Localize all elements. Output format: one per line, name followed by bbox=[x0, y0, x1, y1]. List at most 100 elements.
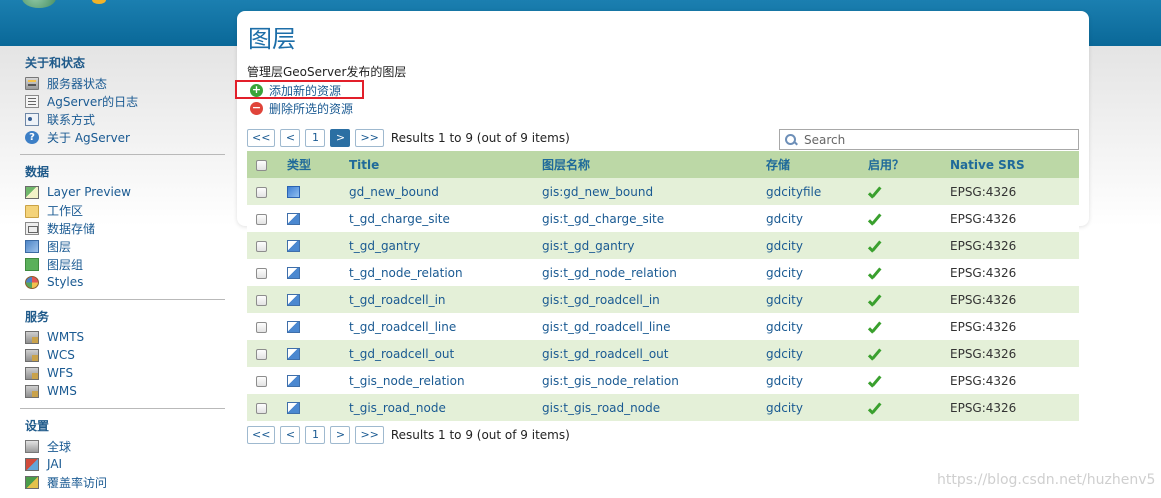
sidebar-item[interactable]: 联系方式 bbox=[25, 110, 225, 128]
column-store[interactable]: 存储 bbox=[766, 151, 868, 178]
store-link[interactable]: gdcityfile bbox=[766, 185, 821, 199]
layer-title-link[interactable]: t_gd_roadcell_in bbox=[349, 293, 446, 307]
sidebar-item[interactable]: 数据存储 bbox=[25, 219, 225, 237]
store-cell[interactable]: gdcity bbox=[766, 205, 868, 232]
layer-name-link[interactable]: gis:t_gd_roadcell_out bbox=[542, 347, 668, 361]
row-checkbox[interactable] bbox=[256, 348, 267, 360]
sidebar-item[interactable]: ? 关于 AgServer bbox=[25, 128, 225, 146]
layer-title-link[interactable]: t_gd_node_relation bbox=[349, 266, 463, 280]
store-cell[interactable]: gdcity bbox=[766, 313, 868, 340]
row-checkbox[interactable] bbox=[256, 240, 267, 252]
search-input[interactable] bbox=[804, 132, 1064, 147]
store-link[interactable]: gdcity bbox=[766, 212, 803, 226]
pager-page-1-button[interactable]: 1 bbox=[305, 426, 326, 444]
store-cell[interactable]: gdcity bbox=[766, 394, 868, 421]
column-type[interactable]: 类型 bbox=[277, 151, 349, 178]
row-checkbox[interactable] bbox=[256, 321, 267, 333]
layer-name-cell[interactable]: gis:t_gis_node_relation bbox=[542, 367, 766, 394]
layer-name-link[interactable]: gis:t_gis_node_relation bbox=[542, 374, 679, 388]
row-checkbox[interactable] bbox=[256, 267, 267, 279]
select-all-checkbox[interactable] bbox=[256, 159, 267, 171]
store-link[interactable]: gdcity bbox=[766, 401, 803, 415]
column-title[interactable]: Title bbox=[349, 151, 542, 178]
layer-name-cell[interactable]: gis:t_gd_gantry bbox=[542, 232, 766, 259]
store-cell[interactable]: gdcity bbox=[766, 259, 868, 286]
pager-last-button[interactable]: >> bbox=[355, 426, 384, 444]
layer-title-link[interactable]: t_gd_gantry bbox=[349, 239, 420, 253]
sidebar-item[interactable]: Styles bbox=[25, 273, 225, 291]
pager-next-button[interactable]: > bbox=[330, 426, 351, 444]
store-link[interactable]: gdcity bbox=[766, 239, 803, 253]
title-cell[interactable]: t_gd_roadcell_line bbox=[349, 313, 542, 340]
sidebar-item[interactable]: 覆盖率访问 bbox=[25, 473, 225, 491]
sidebar-item[interactable]: AgServer的日志 bbox=[25, 92, 225, 110]
title-cell[interactable]: t_gd_roadcell_in bbox=[349, 286, 542, 313]
layer-name-cell[interactable]: gis:t_gd_roadcell_in bbox=[542, 286, 766, 313]
layer-name-link[interactable]: gis:t_gd_roadcell_line bbox=[542, 320, 670, 334]
title-cell[interactable]: t_gd_gantry bbox=[349, 232, 542, 259]
pager-last-button[interactable]: >> bbox=[355, 129, 384, 147]
sidebar-item[interactable]: JAI bbox=[25, 455, 225, 473]
store-link[interactable]: gdcity bbox=[766, 347, 803, 361]
layer-name-link[interactable]: gis:t_gd_charge_site bbox=[542, 212, 664, 226]
sidebar-item[interactable]: Layer Preview bbox=[25, 183, 225, 201]
store-cell[interactable]: gdcityfile bbox=[766, 178, 868, 205]
store-cell[interactable]: gdcity bbox=[766, 232, 868, 259]
layer-title-link[interactable]: t_gd_roadcell_line bbox=[349, 320, 456, 334]
title-cell[interactable]: t_gd_roadcell_out bbox=[349, 340, 542, 367]
store-link[interactable]: gdcity bbox=[766, 293, 803, 307]
layer-title-link[interactable]: gd_new_bound bbox=[349, 185, 439, 199]
pager-page-1-button[interactable]: 1 bbox=[305, 129, 326, 147]
layer-name-link[interactable]: gis:gd_new_bound bbox=[542, 185, 653, 199]
enabled-check-icon bbox=[868, 186, 882, 198]
layer-name-link[interactable]: gis:t_gis_road_node bbox=[542, 401, 660, 415]
sidebar-item[interactable]: WFS bbox=[25, 364, 225, 382]
layer-name-cell[interactable]: gis:gd_new_bound bbox=[542, 178, 766, 205]
pager-prev-button[interactable]: < bbox=[280, 129, 301, 147]
layer-name-cell[interactable]: gis:t_gd_node_relation bbox=[542, 259, 766, 286]
row-checkbox[interactable] bbox=[256, 375, 267, 387]
title-cell[interactable]: t_gd_charge_site bbox=[349, 205, 542, 232]
pager-next-button[interactable]: > bbox=[330, 129, 351, 147]
sidebar-item[interactable]: 图层组 bbox=[25, 255, 225, 273]
pager-first-button[interactable]: << bbox=[247, 426, 276, 444]
layer-title-link[interactable]: t_gd_charge_site bbox=[349, 212, 450, 226]
layer-name-link[interactable]: gis:t_gd_gantry bbox=[542, 239, 635, 253]
layer-name-link[interactable]: gis:t_gd_node_relation bbox=[542, 266, 677, 280]
pager-prev-button[interactable]: < bbox=[280, 426, 301, 444]
remove-selected-link[interactable]: − 删除所选的资源 bbox=[250, 100, 353, 116]
layer-title-link[interactable]: t_gd_roadcell_out bbox=[349, 347, 454, 361]
layer-name-cell[interactable]: gis:t_gd_roadcell_out bbox=[542, 340, 766, 367]
pager-first-button[interactable]: << bbox=[247, 129, 276, 147]
layer-name-cell[interactable]: gis:t_gd_charge_site bbox=[542, 205, 766, 232]
store-cell[interactable]: gdcity bbox=[766, 367, 868, 394]
sidebar-item[interactable]: WCS bbox=[25, 346, 225, 364]
title-cell[interactable]: gd_new_bound bbox=[349, 178, 542, 205]
row-checkbox[interactable] bbox=[256, 213, 267, 225]
layer-name-cell[interactable]: gis:t_gis_road_node bbox=[542, 394, 766, 421]
row-checkbox[interactable] bbox=[256, 186, 267, 198]
sidebar-item[interactable]: WMTS bbox=[25, 328, 225, 346]
sidebar-item[interactable]: 服务器状态 bbox=[25, 74, 225, 92]
row-checkbox[interactable] bbox=[256, 402, 267, 414]
store-link[interactable]: gdcity bbox=[766, 266, 803, 280]
store-cell[interactable]: gdcity bbox=[766, 286, 868, 313]
title-cell[interactable]: t_gis_node_relation bbox=[349, 367, 542, 394]
layer-title-link[interactable]: t_gis_road_node bbox=[349, 401, 446, 415]
column-enabled[interactable]: 启用？ bbox=[868, 151, 950, 178]
store-link[interactable]: gdcity bbox=[766, 374, 803, 388]
sidebar-item[interactable]: WMS bbox=[25, 382, 225, 400]
store-cell[interactable]: gdcity bbox=[766, 340, 868, 367]
layer-name-link[interactable]: gis:t_gd_roadcell_in bbox=[542, 293, 660, 307]
layer-name-cell[interactable]: gis:t_gd_roadcell_line bbox=[542, 313, 766, 340]
store-link[interactable]: gdcity bbox=[766, 320, 803, 334]
sidebar-item[interactable]: 全球 bbox=[25, 437, 225, 455]
title-cell[interactable]: t_gis_road_node bbox=[349, 394, 542, 421]
title-cell[interactable]: t_gd_node_relation bbox=[349, 259, 542, 286]
layer-title-link[interactable]: t_gis_node_relation bbox=[349, 374, 465, 388]
column-native-srs[interactable]: Native SRS bbox=[950, 151, 1079, 178]
sidebar-item[interactable]: 工作区 bbox=[25, 201, 225, 219]
column-layer-name[interactable]: 图层名称 bbox=[542, 151, 766, 178]
sidebar-item[interactable]: 图层 bbox=[25, 237, 225, 255]
row-checkbox[interactable] bbox=[256, 294, 267, 306]
